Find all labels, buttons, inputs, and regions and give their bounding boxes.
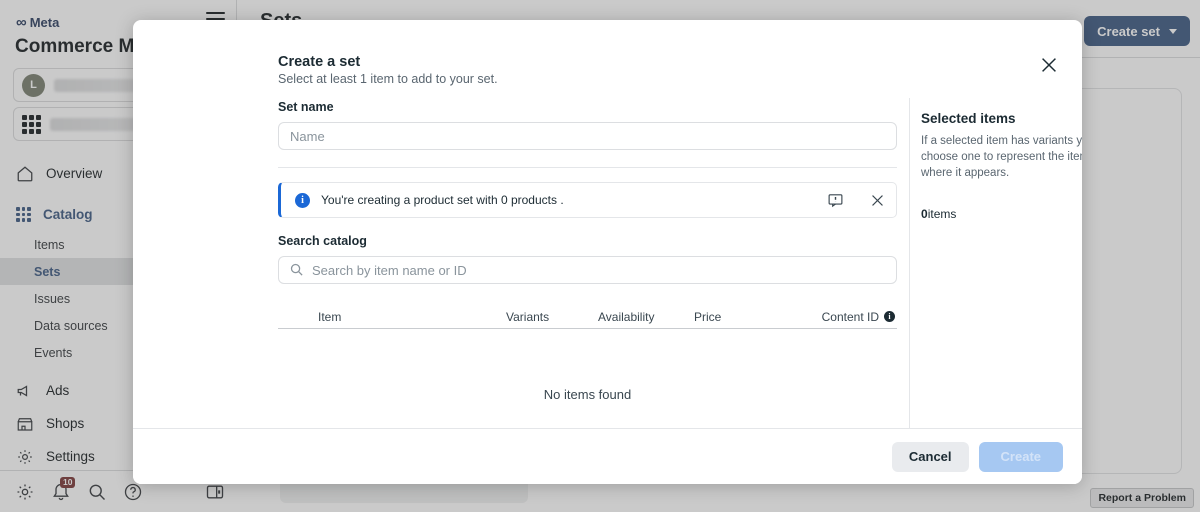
empty-state-message: No items found [543, 387, 632, 402]
column-header-content-id-label: Content ID [821, 309, 879, 324]
divider [278, 167, 897, 168]
info-icon[interactable]: i [884, 311, 895, 322]
set-name-input[interactable] [278, 122, 897, 150]
column-header-availability: Availability [598, 309, 655, 324]
column-header-variants: Variants [506, 309, 550, 324]
dialog-title: Create a set [278, 54, 361, 70]
create-set-dialog: Create a set Select at least 1 item to a… [133, 20, 1082, 484]
selected-items-description: If a selected item has variants you'll n… [921, 135, 1082, 179]
items-table: Item Variants Availability Price Content… [278, 305, 897, 402]
column-header-content-id: Content ID i [774, 310, 897, 324]
feedback-icon[interactable] [827, 192, 844, 209]
dialog-left-column: Set name i You're creating a product set… [278, 100, 897, 402]
info-banner-text: You're creating a product set with 0 pro… [321, 193, 564, 207]
info-banner: i You're creating a product set with 0 p… [278, 182, 897, 218]
table-header-row: Item Variants Availability Price Content… [278, 305, 897, 329]
search-catalog-input[interactable] [278, 256, 897, 284]
info-icon: i [295, 192, 310, 208]
search-catalog-field [278, 256, 897, 284]
create-button[interactable]: Create [978, 441, 1063, 472]
column-header-price: Price [694, 309, 722, 324]
selected-count: 0items [921, 207, 956, 221]
cancel-button[interactable]: Cancel [891, 441, 969, 472]
search-icon [290, 263, 303, 276]
dialog-footer: Cancel Create [133, 428, 1082, 484]
set-name-label: Set name [278, 100, 334, 114]
selected-items-title: Selected items [921, 111, 1016, 126]
selected-count-unit: items [927, 206, 957, 221]
vertical-divider [909, 98, 910, 455]
selected-count-number: 0 [921, 206, 928, 221]
selected-items-row: 0items Clear all [921, 200, 1082, 228]
selected-items-panel: Selected items If a selected item has va… [921, 111, 1082, 228]
close-icon[interactable] [869, 192, 886, 209]
screen: ∞ Meta Commerce Manager L Overview Catal… [0, 0, 1200, 512]
search-catalog-label: Search catalog [278, 234, 367, 248]
column-header-item: Item [318, 309, 342, 324]
dialog-subtitle: Select at least 1 item to add to your se… [278, 72, 498, 86]
close-icon[interactable] [1038, 54, 1060, 76]
